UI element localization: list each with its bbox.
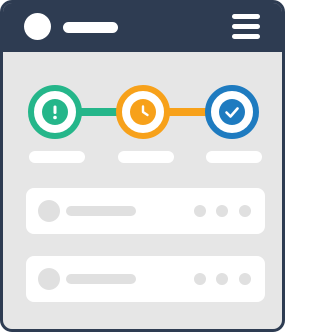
- item-avatar-placeholder: [38, 268, 60, 290]
- list-item[interactable]: [26, 256, 265, 302]
- header-title-placeholder: [63, 22, 118, 33]
- item-avatar-placeholder: [38, 200, 60, 222]
- more-dot: [216, 205, 228, 217]
- clock-icon: [130, 99, 156, 125]
- checkmark-icon: [219, 99, 245, 125]
- menu-line: [232, 24, 260, 29]
- item-text-placeholder: [66, 274, 136, 284]
- more-dot: [239, 205, 251, 217]
- more-dot: [194, 273, 206, 285]
- menu-line: [232, 14, 260, 19]
- list-item[interactable]: [26, 188, 265, 234]
- exclamation-icon: [42, 99, 68, 125]
- item-text-placeholder: [66, 206, 136, 216]
- step-alert[interactable]: [28, 85, 82, 139]
- menu-line: [232, 34, 260, 39]
- step-label-placeholder: [118, 151, 174, 163]
- step-complete[interactable]: [205, 85, 259, 139]
- more-dot: [194, 205, 206, 217]
- hamburger-menu-icon[interactable]: [230, 12, 262, 42]
- step-pending[interactable]: [116, 85, 170, 139]
- app-window: [0, 0, 285, 332]
- avatar[interactable]: [24, 13, 51, 40]
- more-dot: [216, 273, 228, 285]
- header-bar: [3, 3, 282, 52]
- step-label-placeholder: [29, 151, 85, 163]
- step-label-placeholder: [206, 151, 262, 163]
- more-dot: [239, 273, 251, 285]
